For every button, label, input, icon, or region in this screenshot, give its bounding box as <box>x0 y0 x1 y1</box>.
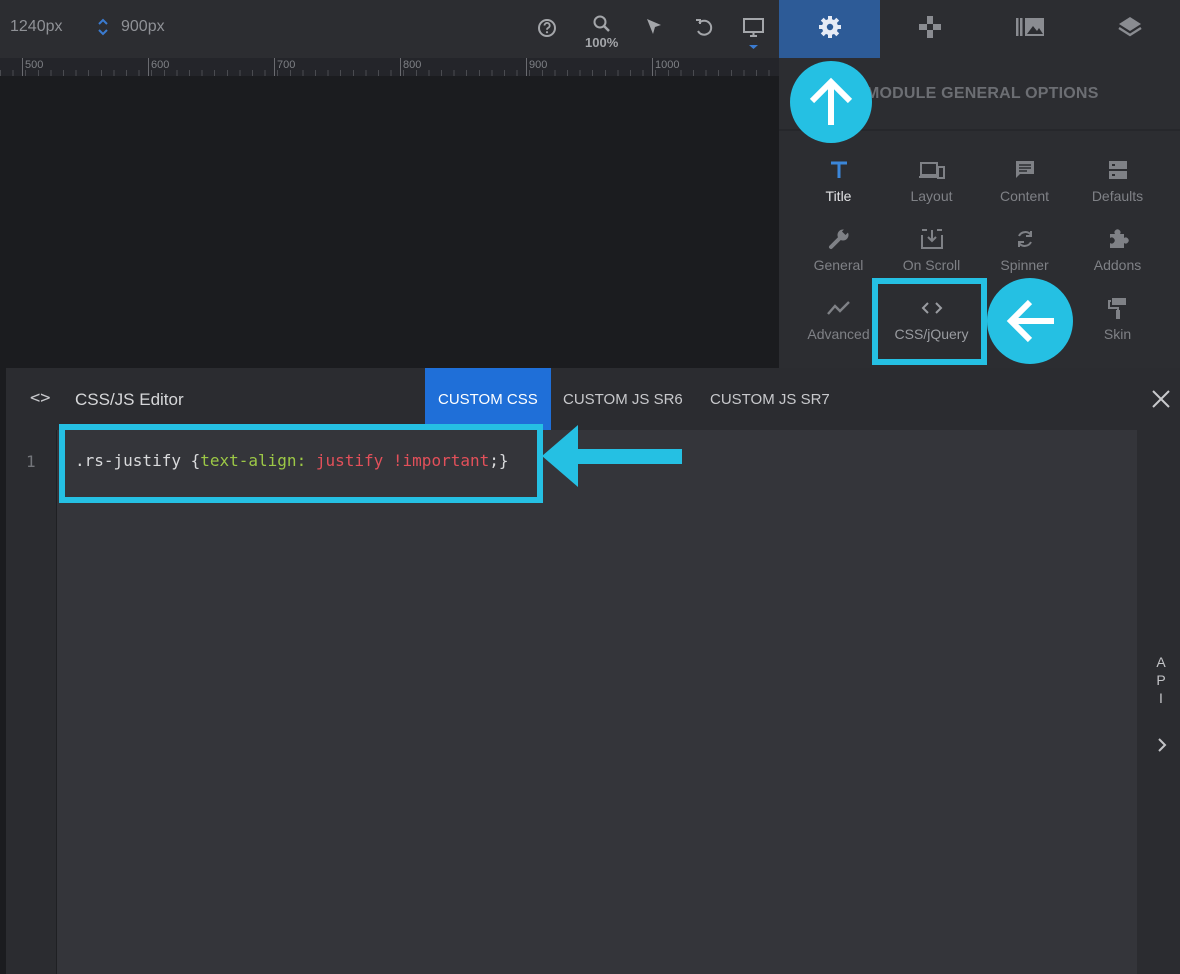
option-skin[interactable]: Skin <box>1071 286 1164 354</box>
canvas-width-value[interactable]: 1240px <box>10 18 63 36</box>
height-toggle-icon[interactable] <box>98 17 108 37</box>
pointer-icon[interactable] <box>641 14 671 44</box>
tab-layer-actions[interactable] <box>880 0 980 58</box>
ruler-major-tick <box>22 58 23 76</box>
tab-custom-js-sr7[interactable]: CUSTOM JS SR7 <box>697 368 843 430</box>
help-icon[interactable] <box>533 14 563 44</box>
ruler-major-tick <box>274 58 275 76</box>
server-icon <box>1107 156 1129 184</box>
ruler-major-tick <box>400 58 401 76</box>
text-icon <box>829 156 849 184</box>
tab-custom-js-sr6[interactable]: CUSTOM JS SR6 <box>550 368 696 430</box>
tab-layers[interactable] <box>1080 0 1180 58</box>
ruler-tick-label: 900 <box>529 59 548 71</box>
ruler-tick-label: 500 <box>25 59 44 71</box>
ruler-tick-label: 700 <box>277 59 296 71</box>
settings-icon <box>816 13 844 46</box>
option-general[interactable]: General <box>792 217 885 285</box>
option-title[interactable]: Title <box>792 148 885 216</box>
api-letter: I <box>1159 690 1163 706</box>
api-label[interactable]: A P I <box>1155 653 1167 707</box>
tab-label: CUSTOM CSS <box>438 390 538 408</box>
option-on-scroll[interactable]: On Scroll <box>885 217 978 285</box>
option-addons[interactable]: Addons <box>1071 217 1164 285</box>
option-label: Content <box>999 188 1050 204</box>
desktop-icon[interactable] <box>740 14 770 49</box>
chevron-right-icon[interactable] <box>1155 736 1169 759</box>
wrench-icon <box>826 225 852 253</box>
option-spinner[interactable]: Spinner <box>978 217 1071 285</box>
option-label: Defaults <box>1091 188 1144 204</box>
option-label: Advanced <box>807 326 870 342</box>
annotation-up-arrow-icon <box>790 61 872 143</box>
api-letter: P <box>1156 672 1166 688</box>
download-icon <box>919 225 945 253</box>
panel-title: MODULE GENERAL OPTIONS <box>866 85 1099 102</box>
devices-icon <box>918 156 946 184</box>
ruler-tick-label: 800 <box>403 59 422 71</box>
annotation-left-arrow-icon <box>987 278 1073 364</box>
ruler-major-tick <box>652 58 653 76</box>
ruler-tick-label: 600 <box>151 59 170 71</box>
chart-icon <box>826 294 852 322</box>
ruler-major-tick <box>148 58 149 76</box>
tab-module-settings[interactable] <box>779 0 880 58</box>
option-label: Title <box>825 188 852 204</box>
editor-title: CSS/JS Editor <box>75 390 184 409</box>
slide-canvas[interactable] <box>0 76 779 369</box>
tab-label: CUSTOM JS SR7 <box>710 390 830 408</box>
media-icon <box>1014 15 1046 44</box>
option-label: Layout <box>910 188 953 204</box>
tab-media[interactable] <box>980 0 1080 58</box>
message-icon <box>1013 156 1037 184</box>
ruler-major-tick <box>526 58 527 76</box>
zoom-level[interactable]: 100% <box>585 35 618 50</box>
option-label: Spinner <box>1000 257 1049 273</box>
layers-icon <box>1116 13 1144 46</box>
option-label: General <box>813 257 864 273</box>
canvas-height-value[interactable]: 900px <box>121 18 165 36</box>
option-label: Addons <box>1093 257 1142 273</box>
ruler-tick-label: 1000 <box>655 59 680 71</box>
line-number: 1 <box>26 452 36 471</box>
code-brackets-icon: <> <box>30 388 51 408</box>
option-layout[interactable]: Layout <box>885 148 978 216</box>
option-label: Skin <box>1103 326 1132 342</box>
option-defaults[interactable]: Defaults <box>1071 148 1164 216</box>
undo-icon[interactable] <box>690 14 720 44</box>
close-icon[interactable] <box>1150 388 1172 417</box>
puzzle-icon <box>1106 225 1130 253</box>
line-number-gutter <box>6 430 57 974</box>
tab-label: CUSTOM JS SR6 <box>563 390 683 408</box>
tab-custom-css[interactable]: CUSTOM CSS <box>425 368 551 430</box>
annotation-highlight-box <box>872 278 987 365</box>
option-label: On Scroll <box>902 257 961 273</box>
refresh-icon <box>1013 225 1037 253</box>
annotation-arrow-icon <box>542 423 684 494</box>
paint-roller-icon <box>1107 294 1129 322</box>
annotation-code-highlight-box <box>59 424 543 503</box>
option-content[interactable]: Content <box>978 148 1071 216</box>
gamepad-icon <box>916 13 944 46</box>
api-letter: A <box>1156 654 1166 670</box>
